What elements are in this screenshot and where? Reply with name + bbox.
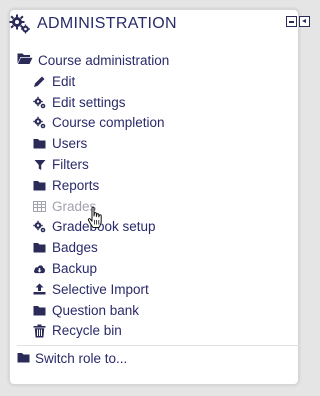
item-recycle-bin[interactable]: Recycle bin xyxy=(33,321,165,342)
block-header: ADMINISTRATION xyxy=(9,11,310,37)
folder-icon xyxy=(33,304,46,317)
folder-icon xyxy=(33,137,46,150)
minimize-icon[interactable] xyxy=(286,16,297,27)
pencil-icon xyxy=(33,75,46,88)
cogs-icon xyxy=(33,116,46,129)
folder-open-icon xyxy=(17,52,33,68)
item-edit[interactable]: Edit xyxy=(33,71,165,92)
upload-icon xyxy=(33,283,46,296)
table-icon xyxy=(33,200,46,213)
item-filters[interactable]: Filters xyxy=(33,154,165,175)
item-label: Edit settings xyxy=(52,94,126,110)
item-label: Recycle bin xyxy=(52,323,122,339)
item-label: Selective Import xyxy=(52,281,149,297)
item-label: Users xyxy=(52,136,88,152)
item-course-completion[interactable]: Course completion xyxy=(33,113,165,134)
block-controls xyxy=(286,16,310,27)
item-backup[interactable]: Backup xyxy=(33,258,165,279)
course-administration-node[interactable]: Course administration xyxy=(17,52,169,68)
switch-role-node[interactable]: Switch role to... xyxy=(17,351,127,366)
divider xyxy=(17,345,302,346)
cloud-download-icon xyxy=(33,262,46,275)
course-administration-label: Course administration xyxy=(38,52,170,68)
item-question-bank[interactable]: Question bank xyxy=(33,300,165,321)
cogs-icon xyxy=(33,220,46,233)
item-badges[interactable]: Badges xyxy=(33,237,165,258)
folder-icon xyxy=(33,179,46,192)
dock-icon[interactable] xyxy=(299,16,310,27)
item-label: Backup xyxy=(52,261,98,277)
filter-icon xyxy=(33,158,46,171)
cogs-icon xyxy=(33,96,46,109)
folder-icon xyxy=(17,351,30,366)
item-label: Edit xyxy=(52,73,76,89)
block-title: ADMINISTRATION xyxy=(37,15,177,32)
item-label: Badges xyxy=(52,240,98,256)
item-label: Filters xyxy=(52,157,89,173)
folder-icon xyxy=(33,241,46,254)
cogs-icon xyxy=(9,13,31,35)
item-label: Question bank xyxy=(52,302,140,318)
switch-role-label: Switch role to... xyxy=(35,351,128,366)
item-users[interactable]: Users xyxy=(33,133,165,154)
item-label: Course completion xyxy=(52,115,165,131)
item-reports[interactable]: Reports xyxy=(33,175,165,196)
trash-icon xyxy=(33,324,46,338)
item-selective-import[interactable]: Selective Import xyxy=(33,279,165,300)
item-edit-settings[interactable]: Edit settings xyxy=(33,92,165,113)
hand-cursor-icon xyxy=(87,206,105,230)
item-label: Reports xyxy=(52,177,100,193)
